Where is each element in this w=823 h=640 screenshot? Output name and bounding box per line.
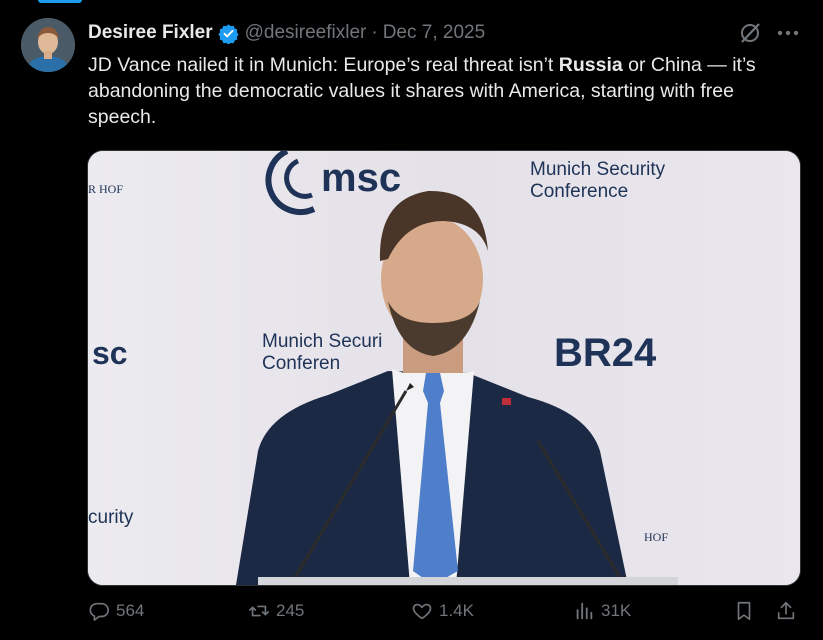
tweet-header: Desiree Fixler @desireefixler · Dec 7, 2…	[88, 20, 485, 46]
author-handle[interactable]: @desireefixler	[245, 22, 367, 44]
views-count: 31K	[601, 601, 632, 620]
msc-logo-text: msc	[321, 156, 401, 200]
bookmark-button[interactable]	[733, 600, 761, 622]
tweet-text: JD Vance nailed it in Munich: Europe’s r…	[88, 52, 800, 130]
repost-button[interactable]: 245	[248, 600, 304, 622]
left-sc-text: sc	[92, 335, 128, 371]
left-hof-text: R HOF	[88, 182, 123, 196]
right-hof-text: HOF	[644, 530, 668, 544]
msc-title-line1: Munich Security	[530, 159, 666, 180]
mid-title-line1: Munich Securi	[262, 331, 382, 352]
author-display-name[interactable]: Desiree Fixler	[88, 22, 213, 44]
avatar[interactable]	[21, 18, 75, 72]
like-icon	[412, 603, 432, 620]
reply-count: 564	[116, 601, 145, 620]
repost-count: 245	[276, 601, 305, 620]
msc-title-line2: Conference	[530, 181, 628, 202]
tweet-media-video[interactable]: msc Munich Security Conference R HOF Mun…	[87, 150, 801, 586]
grok-icon[interactable]	[738, 21, 762, 45]
share-button[interactable]	[775, 600, 803, 622]
tweet-date[interactable]: Dec 7, 2025	[383, 22, 485, 44]
tweet-text-part: JD Vance nailed it in Munich: Europe’s r…	[88, 54, 559, 76]
tweet-article[interactable]: Desiree Fixler @desireefixler · Dec 7, 2…	[0, 0, 823, 640]
reply-button[interactable]: 564	[88, 600, 144, 622]
verified-badge-icon[interactable]	[217, 23, 239, 45]
tweet-actions: 564 245 1.4K 31K	[88, 600, 800, 632]
like-count: 1.4K	[439, 601, 474, 620]
bookmark-icon	[737, 601, 751, 621]
views-button[interactable]: 31K	[573, 600, 631, 622]
left-curity-text: curity	[88, 507, 134, 528]
repost-icon	[249, 605, 269, 617]
header-separator: ·	[371, 22, 378, 43]
share-icon	[777, 601, 795, 620]
more-icon[interactable]	[776, 22, 800, 44]
views-icon	[576, 602, 593, 620]
like-button[interactable]: 1.4K	[411, 600, 474, 622]
mid-title-line2: Conferen	[262, 353, 340, 374]
tweet-text-bold: Russia	[558, 54, 623, 76]
br24-logo: BR24	[554, 331, 657, 375]
reply-icon	[89, 602, 109, 621]
